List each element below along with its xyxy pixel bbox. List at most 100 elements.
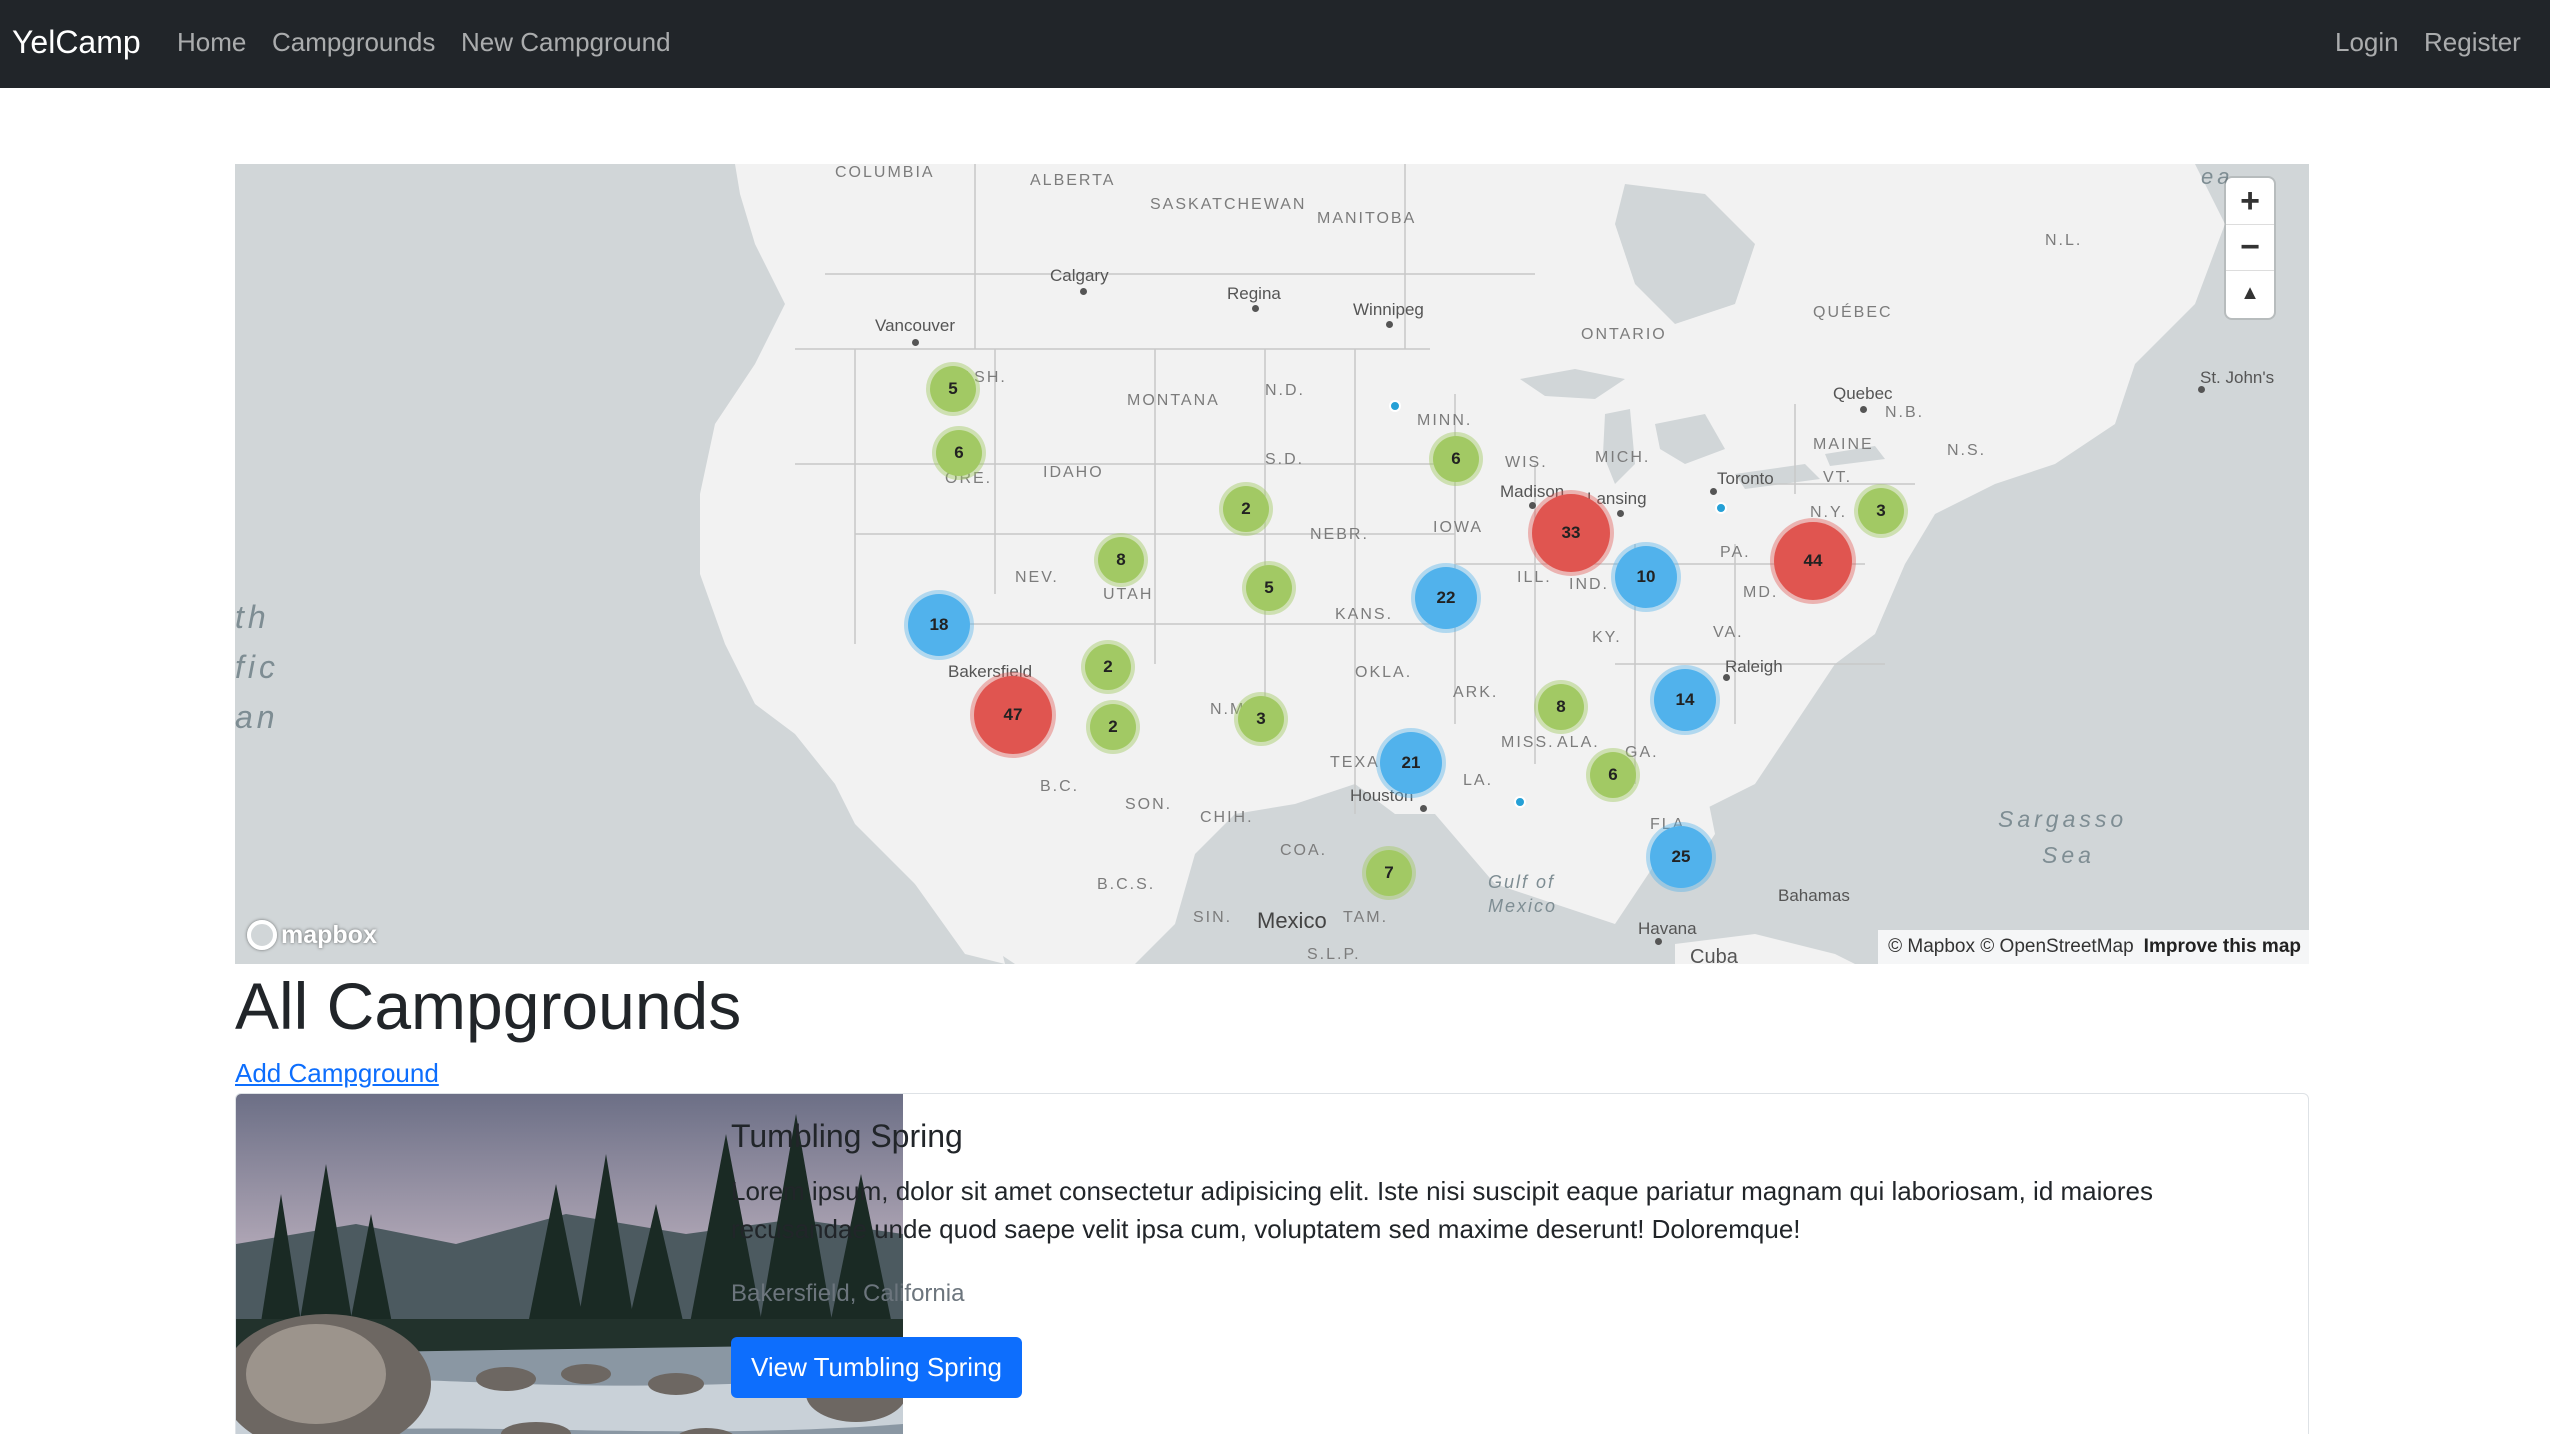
map-label-ind: IND. [1569,576,1609,593]
map-city-raleigh: Raleigh [1725,657,1783,676]
map-label-sd: S.D. [1265,451,1305,468]
map-label-ny: N.Y. [1810,504,1848,521]
map-city-dot [1617,510,1624,517]
nav-link-login[interactable]: Login [2335,27,2399,58]
map-city-dot [1420,805,1427,812]
cluster-marker[interactable]: 8 [1098,537,1144,583]
map-label-nl: N.L. [2045,232,2083,249]
map-label-nd: N.D. [1265,382,1305,399]
cluster-marker[interactable]: 10 [1615,546,1677,608]
campground-card [235,1093,2309,1434]
map-water-pacific-3: an [235,699,279,735]
map-label-quebec-province: QUÉBEC [1813,304,1893,321]
map-city-vancouver: Vancouver [875,316,956,335]
nav-link-new-campground[interactable]: New Campground [461,27,671,58]
map-label-maine: MAINE [1813,436,1874,453]
cluster-marker[interactable]: 33 [1532,494,1610,572]
page-title: All Campgrounds [235,969,742,1043]
campground-description: Lorem ipsum, dolor sit amet consectetur … [731,1176,2153,1244]
map-water-pacific-2: fic [235,649,279,685]
map-city-dot [1252,305,1259,312]
cluster-marker[interactable]: 3 [1238,696,1284,742]
cluster-marker[interactable]: 6 [936,430,982,476]
map-label-mich: MICH. [1595,449,1651,466]
map-city-regina: Regina [1227,284,1281,303]
cluster-marker[interactable]: 7 [1366,850,1412,896]
map-water-sea: Sea [2042,842,2095,868]
nav-link-register[interactable]: Register [2424,27,2521,58]
map-water-gulf-of: Gulf of [1488,872,1556,892]
add-campground-link[interactable]: Add Campground [235,1058,439,1089]
map-pin[interactable] [1514,796,1526,808]
map-city-dot [1529,502,1536,509]
map-label-utah: UTAH [1103,586,1154,603]
cluster-map[interactable]: COLUMBIA ALBERTA SASKATCHEWAN MANITOBA O… [235,164,2309,964]
cluster-marker[interactable]: 2 [1090,704,1136,750]
map-label-iowa: IOWA [1433,519,1484,536]
map-city-dot [1386,321,1393,328]
map-label-ark: ARK. [1453,684,1499,701]
map-label-wis: WIS. [1505,454,1548,471]
map-label-saskatchewan: SASKATCHEWAN [1150,196,1307,213]
cluster-marker[interactable]: 2 [1085,644,1131,690]
cluster-marker[interactable]: 14 [1654,669,1716,731]
cluster-marker[interactable]: 3 [1858,488,1904,534]
map-city-st-johns: St. John's [2200,368,2275,387]
map-city-dot [1710,488,1717,495]
map-city-dot [2198,386,2205,393]
zoom-in-button[interactable]: + [2226,178,2274,224]
cluster-marker[interactable]: 6 [1433,436,1479,482]
map-pin[interactable] [1715,502,1727,514]
map-label-nev: NEV. [1015,569,1059,586]
mapbox-logo[interactable]: mapbox [247,918,377,952]
view-campground-button[interactable]: View Tumbling Spring [731,1337,1022,1398]
brand-link[interactable]: YelCamp [12,24,141,61]
map-label-va: VA. [1713,624,1744,641]
compass-icon[interactable]: ▲ [2226,270,2274,316]
map-label-ns: N.S. [1947,442,1987,459]
nav-link-home[interactable]: Home [177,27,246,58]
cluster-marker[interactable]: 2 [1223,486,1269,532]
improve-map-link[interactable]: Improve this map [2144,936,2301,958]
map-label-ky: KY. [1592,629,1622,646]
map-label-sin: SIN. [1193,909,1233,926]
map-label-bc: B.C. [1040,778,1080,795]
map-city-cuba: Cuba [1690,946,1738,964]
map-label-pa: PA. [1720,544,1751,561]
map-city-winnipeg: Winnipeg [1353,300,1424,319]
map-label-ill: ILL. [1517,569,1552,586]
map-city-toronto: Toronto [1717,469,1774,488]
map-label-ala: ALA. [1557,734,1600,751]
map-city-dot [1860,406,1867,413]
map-label-slp: S.L.P. [1307,946,1361,963]
cluster-marker[interactable]: 6 [1590,752,1636,798]
map-city-dot [1723,674,1730,681]
map-city-calgary: Calgary [1050,266,1109,285]
cluster-marker[interactable]: 5 [930,366,976,412]
map-city-dot [1080,288,1087,295]
map-water-pacific-1: th [235,599,270,635]
attribution-text[interactable]: © Mapbox © OpenStreetMap [1888,936,2134,958]
map-label-nb: N.B. [1885,404,1925,421]
map-label-chih: CHIH. [1200,809,1254,826]
map-label-alberta: ALBERTA [1030,172,1116,189]
cluster-marker[interactable]: 18 [908,594,970,656]
map-city-quebec: Quebec [1833,384,1893,403]
map-label-kans: KANS. [1335,606,1394,623]
nav-link-campgrounds[interactable]: Campgrounds [272,27,435,58]
cluster-marker[interactable]: 47 [974,676,1052,754]
zoom-out-button[interactable]: − [2226,224,2274,270]
cluster-marker[interactable]: 44 [1774,522,1852,600]
map-label-nebr: NEBR. [1310,526,1369,543]
cluster-marker[interactable]: 21 [1380,732,1442,794]
map-label-coa: COA. [1280,842,1328,859]
map-pin[interactable] [1389,400,1401,412]
cluster-marker[interactable]: 8 [1538,684,1584,730]
map-label-okla: OKLA. [1355,664,1413,681]
map-city-havana: Havana [1638,919,1697,938]
cluster-marker[interactable]: 22 [1415,567,1477,629]
mapbox-logo-text: mapbox [281,920,377,949]
zoom-controls: + − ▲ [2226,178,2274,318]
cluster-marker[interactable]: 5 [1246,565,1292,611]
cluster-marker[interactable]: 25 [1650,826,1712,888]
